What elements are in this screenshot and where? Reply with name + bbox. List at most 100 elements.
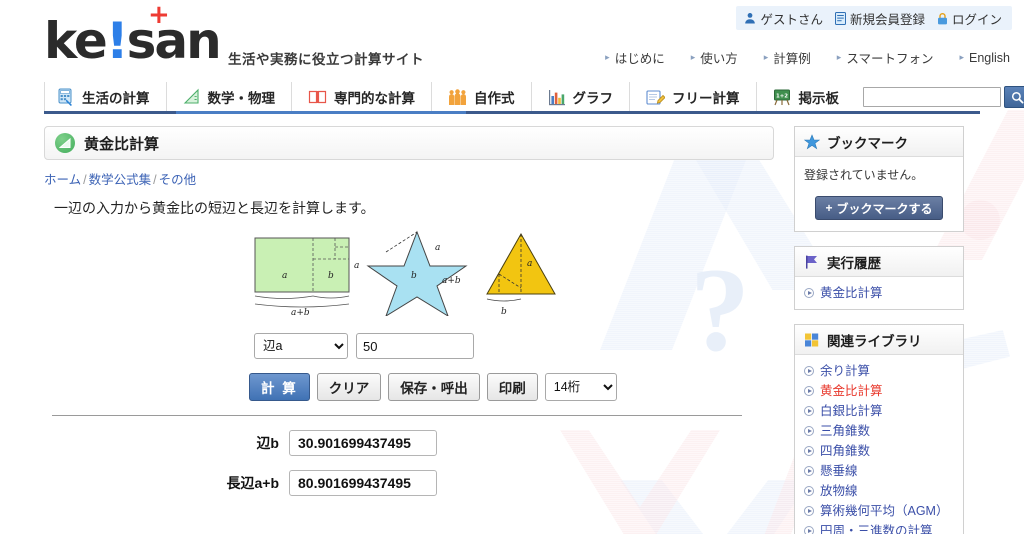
list-item[interactable]: 黄金比計算 <box>795 381 963 401</box>
library-item-label[interactable]: 白銀比計算 <box>820 402 883 420</box>
triangle-ruler-glyph <box>58 137 70 148</box>
breadcrumb-item-math[interactable]: 数学公式集 <box>89 173 152 187</box>
nav-item-math-physics[interactable]: 数学・物理 <box>167 82 292 112</box>
user-bar: ゲストさん 新規会員登録 ログイン <box>736 6 1012 30</box>
library-item-label[interactable]: 余り計算 <box>820 362 870 380</box>
top-link-label: 使い方 <box>700 52 738 66</box>
search-input[interactable] <box>863 87 1001 107</box>
green-triangle-icon <box>55 133 75 153</box>
list-item[interactable]: 白銀比計算 <box>795 401 963 421</box>
library-panel: 関連ライブラリ 余り計算 黄金比計算 白銀比計算 三角錐数 四角錐数 懸垂線 放… <box>794 324 964 534</box>
print-button[interactable]: 印刷 <box>486 373 538 401</box>
save-recall-button[interactable]: 保存・呼出 <box>388 373 480 401</box>
top-link-label: スマートフォン <box>846 52 934 66</box>
library-item-label[interactable]: 算術幾何平均（AGM） <box>820 502 948 520</box>
chevron-right-icon: ▸ <box>959 52 964 62</box>
list-item[interactable]: 三角錐数 <box>795 421 963 441</box>
guest-status: ゲストさん <box>744 9 823 28</box>
play-bullet-icon <box>804 486 814 496</box>
list-item[interactable]: 余り計算 <box>795 361 963 381</box>
play-bullet-icon <box>804 446 814 456</box>
breadcrumb-item-home[interactable]: ホーム <box>44 173 81 187</box>
list-item[interactable]: 黄金比計算 <box>795 283 963 303</box>
chevron-right-icon: ▸ <box>763 52 769 62</box>
login-link[interactable]: ログイン <box>937 9 1002 28</box>
top-link-smartphone[interactable]: ▸ スマートフォン <box>837 48 934 67</box>
nav-item-label: 掲示板 <box>798 91 840 106</box>
bookmark-panel: ブックマーク 登録されていません。 + ブックマークする <box>794 126 964 232</box>
main-content: 黄金比計算 ホーム / 数学公式集 / その他 一辺の入力から黄金比の短辺と長辺を計算し… <box>44 126 774 496</box>
library-item-label[interactable]: 円周・三進数の計算 <box>820 522 933 534</box>
library-list: 余り計算 黄金比計算 白銀比計算 三角錐数 四角錐数 懸垂線 放物線 算術幾何平… <box>795 355 963 534</box>
main-nav: 生活の計算 数学・物理 専門的な計算 自作式 グラフ フリー計算 1+2 掲示板 <box>44 82 1024 112</box>
site-logo[interactable]: ke!san + <box>44 2 222 66</box>
page-description: 一辺の入力から黄金比の短辺と長辺を計算します。 <box>54 200 375 216</box>
top-link-howto[interactable]: ▸ 使い方 <box>691 48 738 67</box>
logo-plus-icon: + <box>148 0 170 30</box>
result-value[interactable]: 30.901699437495 <box>289 430 437 456</box>
star-icon <box>804 133 820 149</box>
chevron-right-icon: ▸ <box>605 52 610 62</box>
nav-item-specialized-calc[interactable]: 専門的な計算 <box>292 82 432 112</box>
library-item-label[interactable]: 三角錐数 <box>820 422 870 440</box>
list-item[interactable]: 算術幾何平均（AGM） <box>795 501 963 521</box>
library-item-label[interactable]: 放物線 <box>820 482 858 500</box>
play-bullet-icon <box>804 426 814 436</box>
logo-wordmark: ke!san + <box>44 2 222 66</box>
squares-icon <box>805 333 819 346</box>
nav-item-graph[interactable]: グラフ <box>532 82 630 112</box>
list-item[interactable]: 放物線 <box>795 481 963 501</box>
library-item-label[interactable]: 懸垂線 <box>820 462 858 480</box>
nav-item-label: フリー計算 <box>672 91 740 106</box>
top-link-english[interactable]: ▸ English <box>959 51 1010 65</box>
rectangle-diagram: a b a a+b <box>254 237 359 318</box>
library-panel-title: 関連ライブラリ <box>827 333 922 349</box>
search-button[interactable] <box>1004 86 1024 108</box>
calculator-icon <box>58 88 72 106</box>
result-label: 長辺a+b <box>226 475 279 491</box>
digits-select[interactable]: 14桁 <box>544 373 617 401</box>
list-item[interactable]: 懸垂線 <box>795 461 963 481</box>
chevron-right-icon: ▸ <box>836 52 842 62</box>
breadcrumb-item-other[interactable]: その他 <box>159 173 197 187</box>
button-row: 計 算 クリア 保存・呼出 印刷 14桁 <box>44 373 774 401</box>
result-value[interactable]: 80.901699437495 <box>289 470 437 496</box>
clear-button[interactable]: クリア <box>316 373 382 401</box>
list-item[interactable]: 円周・三進数の計算 <box>795 521 963 534</box>
nav-item-bbs[interactable]: 1+2 掲示板 <box>757 82 856 112</box>
svg-text:a: a <box>527 259 532 269</box>
top-links: ▸ はじめに ▸ 使い方 ▸ 計算例 ▸ スマートフォン ▸ English <box>605 48 1010 67</box>
list-item[interactable]: 四角錐数 <box>795 441 963 461</box>
play-bullet-icon <box>804 466 814 476</box>
watermark-shape <box>960 200 1000 240</box>
calculate-button[interactable]: 計 算 <box>249 373 310 401</box>
svg-text:a: a <box>435 243 440 253</box>
bar-chart-icon <box>548 89 565 105</box>
nav-item-custom-formula[interactable]: 自作式 <box>432 82 532 112</box>
result-label: 辺b <box>256 435 279 451</box>
add-bookmark-label: ブックマークする <box>836 201 933 216</box>
side-select[interactable]: 辺a <box>254 333 348 359</box>
top-link-examples[interactable]: ▸ 計算例 <box>764 48 811 67</box>
register-link[interactable]: 新規会員登録 <box>834 9 925 28</box>
page-title: 黄金比計算 <box>84 135 160 153</box>
notepad-pencil-icon <box>646 89 665 105</box>
library-item-label[interactable]: 四角錐数 <box>820 442 870 460</box>
library-panel-header: 関連ライブラリ <box>795 325 963 355</box>
history-panel-header: 実行履歴 <box>795 247 963 277</box>
nav-item-free-calc[interactable]: フリー計算 <box>630 82 757 112</box>
guest-label: ゲストさん <box>760 12 823 27</box>
top-link-intro[interactable]: ▸ はじめに <box>605 48 665 67</box>
add-bookmark-button[interactable]: + ブックマークする <box>815 196 943 220</box>
nav-item-label: 数学・物理 <box>207 91 276 106</box>
search-area <box>855 82 1024 112</box>
svg-text:a+b: a+b <box>442 276 461 286</box>
results-divider <box>52 415 742 416</box>
svg-text:b: b <box>411 271 417 281</box>
history-item-label[interactable]: 黄金比計算 <box>820 284 883 302</box>
nav-item-life-calc[interactable]: 生活の計算 <box>44 82 167 112</box>
value-input[interactable] <box>356 333 474 359</box>
library-item-label-current[interactable]: 黄金比計算 <box>820 382 883 400</box>
register-label: 新規会員登録 <box>849 12 925 27</box>
nav-bottom-rule-accent <box>176 111 466 114</box>
